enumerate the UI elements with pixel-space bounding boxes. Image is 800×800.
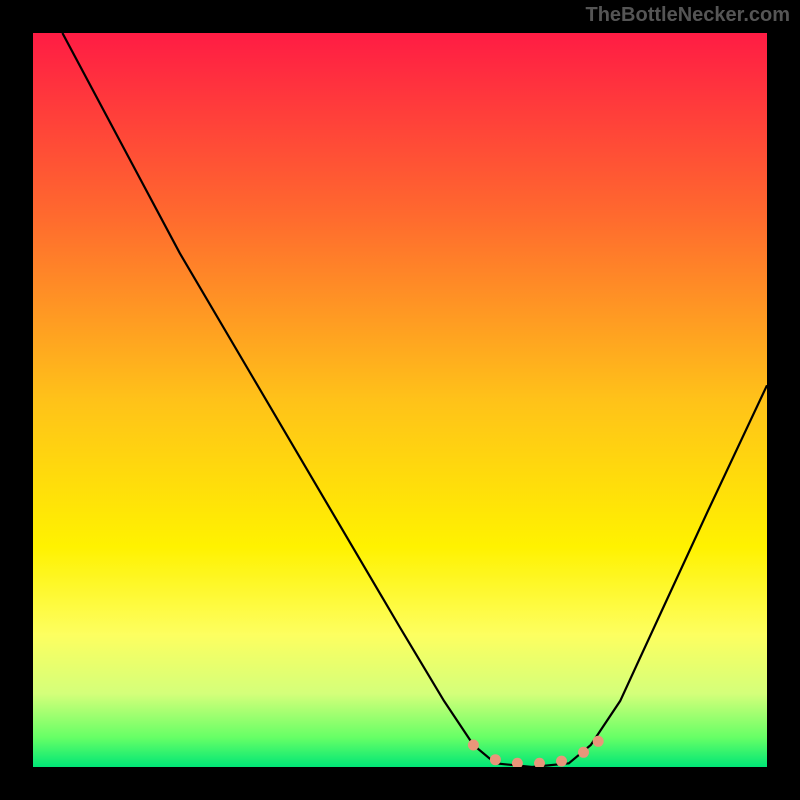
optimal-marker (578, 747, 589, 758)
chart-plot-area (33, 33, 767, 767)
watermark-text: TheBottleNecker.com (585, 4, 790, 27)
optimal-marker (556, 756, 567, 767)
optimal-marker (593, 736, 604, 747)
optimal-marker (468, 740, 479, 751)
bottleneck-chart (33, 33, 767, 767)
optimal-marker (490, 754, 501, 765)
gradient-background (33, 33, 767, 767)
